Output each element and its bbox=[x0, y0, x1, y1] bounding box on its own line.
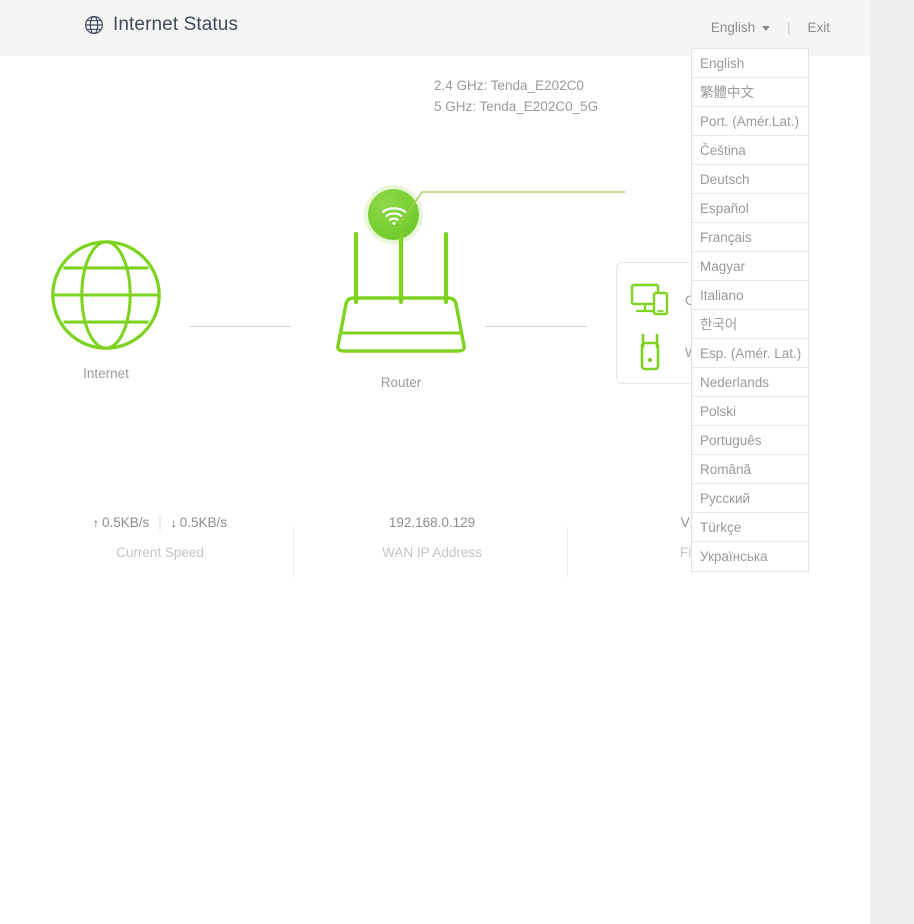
language-option-zh-hant[interactable]: 繁體中文 bbox=[692, 78, 808, 107]
language-option-english[interactable]: English bbox=[692, 49, 808, 78]
router-node-label: Router bbox=[380, 375, 422, 390]
speed-separator: | bbox=[158, 515, 162, 530]
language-option-spanish[interactable]: Español bbox=[692, 194, 808, 223]
upload-speed-value: 0.5KB/s bbox=[101, 515, 150, 530]
ssid-labels: 2.4 GHz: Tenda_E202C0 5 GHz: Tenda_E202C… bbox=[434, 75, 598, 117]
page-right-gutter bbox=[870, 0, 914, 924]
language-option-russian[interactable]: Русский bbox=[692, 484, 808, 513]
upload-arrow-icon: ↑ bbox=[92, 516, 99, 530]
header-separator: | bbox=[787, 20, 791, 35]
language-option-french[interactable]: Français bbox=[692, 223, 808, 252]
wifi-connection-line bbox=[400, 191, 625, 224]
internet-node: Internet bbox=[36, 237, 176, 381]
language-option-hungarian[interactable]: Magyar bbox=[692, 252, 808, 281]
language-option-pt-latam[interactable]: Port. (Amér.Lat.) bbox=[692, 107, 808, 136]
exit-button[interactable]: Exit bbox=[807, 20, 830, 35]
header-actions: English | Exit bbox=[711, 20, 830, 35]
language-option-czech[interactable]: Čeština bbox=[692, 136, 808, 165]
page-title-text: Internet Status bbox=[113, 14, 239, 35]
download-arrow-icon: ↓ bbox=[170, 516, 177, 530]
page-title: Internet Status bbox=[84, 14, 238, 36]
language-switcher[interactable]: English bbox=[710, 20, 771, 35]
download-speed-value: 0.5KB/s bbox=[179, 515, 228, 530]
language-option-turkish[interactable]: Türkçe bbox=[692, 513, 808, 542]
router-icon bbox=[316, 231, 486, 366]
language-option-dutch[interactable]: Nederlands bbox=[692, 368, 808, 397]
globe-icon bbox=[84, 15, 104, 35]
language-option-es-latam[interactable]: Esp. (Amér. Lat.) bbox=[692, 339, 808, 368]
language-option-italian[interactable]: Italiano bbox=[692, 281, 808, 310]
wan-ip-stat: 192.168.0.129 WAN IP Address bbox=[302, 512, 562, 560]
chevron-down-icon bbox=[762, 26, 771, 31]
language-option-polish[interactable]: Polski bbox=[692, 397, 808, 426]
language-option-german[interactable]: Deutsch bbox=[692, 165, 808, 194]
wan-ip-caption: WAN IP Address bbox=[382, 545, 482, 560]
globe-icon bbox=[48, 240, 164, 357]
upload-speed: ↑ 0.5KB/s bbox=[93, 512, 149, 534]
stat-divider bbox=[293, 526, 294, 578]
language-dropdown-menu[interactable]: English 繁體中文 Port. (Amér.Lat.) Čeština D… bbox=[691, 48, 809, 572]
stat-divider bbox=[567, 526, 568, 578]
language-current-label: English bbox=[710, 20, 756, 35]
current-speed-value: ↑ 0.5KB/s | ↓ 0.5KB/s bbox=[30, 512, 290, 534]
ssid-24ghz-label: 2.4 GHz: Tenda_E202C0 bbox=[434, 78, 584, 93]
current-speed-stat: ↑ 0.5KB/s | ↓ 0.5KB/s Current Speed bbox=[30, 512, 290, 560]
repeater-icon bbox=[629, 333, 673, 371]
wan-ip-value: 192.168.0.129 bbox=[388, 515, 476, 530]
connector-internet-router bbox=[190, 326, 291, 327]
language-option-ukrainian[interactable]: Українська bbox=[692, 542, 808, 571]
monitor-phone-icon bbox=[629, 281, 673, 319]
language-option-korean[interactable]: 한국어 bbox=[692, 310, 808, 339]
wifi-clients-row[interactable]: W bbox=[629, 333, 698, 371]
connector-router-devices bbox=[485, 326, 587, 327]
language-option-romanian[interactable]: Română bbox=[692, 455, 808, 484]
language-option-portuguese[interactable]: Português bbox=[692, 426, 808, 455]
current-speed-caption: Current Speed bbox=[116, 545, 204, 560]
router-node: Router bbox=[316, 222, 486, 390]
internet-node-label: Internet bbox=[83, 366, 129, 381]
ssid-5ghz-label: 5 GHz: Tenda_E202C0_5G bbox=[434, 99, 599, 114]
download-speed: ↓ 0.5KB/s bbox=[171, 512, 227, 534]
